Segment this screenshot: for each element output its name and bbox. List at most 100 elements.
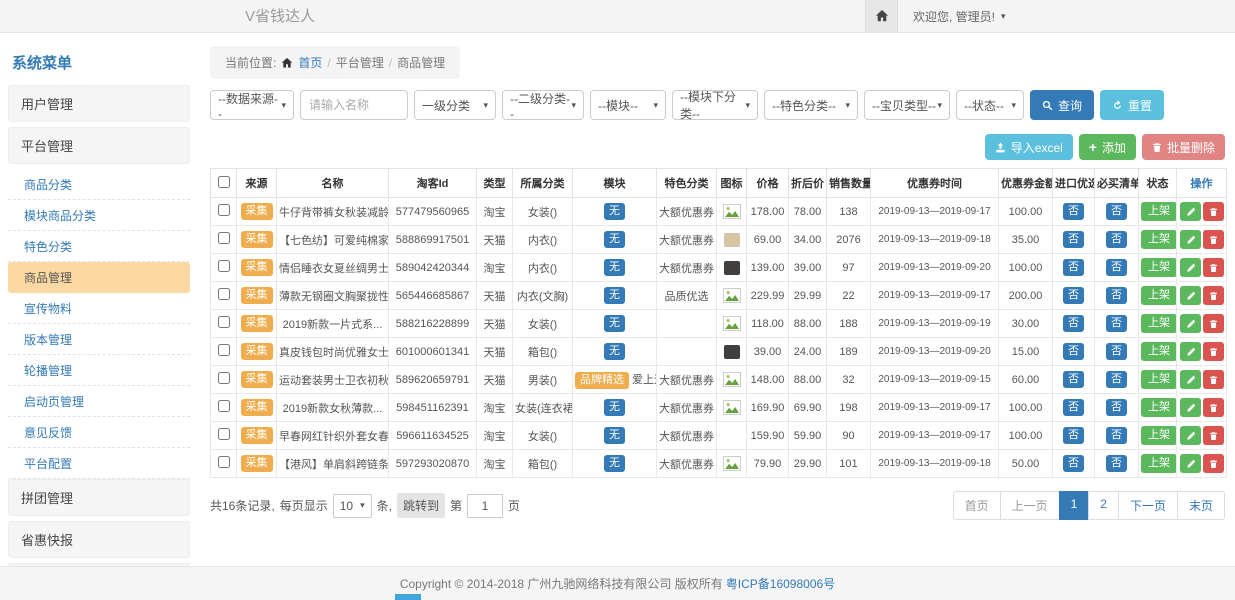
row-checkbox[interactable] — [218, 232, 230, 244]
filter-select[interactable]: --数据来源--▾ — [210, 90, 294, 120]
edit-button[interactable] — [1180, 454, 1201, 473]
user-menu[interactable]: 欢迎您, 管理员! ▾ — [898, 8, 1006, 25]
import-select-badge[interactable]: 否 — [1063, 259, 1084, 276]
icp-link[interactable]: 粤ICP备16098006号 — [726, 575, 835, 592]
delete-button[interactable] — [1203, 258, 1224, 277]
filter-select[interactable]: --状态--▾ — [956, 90, 1024, 120]
status-badge[interactable]: 上架 — [1141, 286, 1177, 305]
import-excel-button[interactable]: 导入excel — [985, 134, 1073, 160]
name-search-input[interactable] — [300, 90, 408, 120]
home-button[interactable] — [865, 0, 898, 32]
import-select-badge[interactable]: 否 — [1063, 371, 1084, 388]
filter-select[interactable]: --模块下分类--▾ — [672, 90, 758, 120]
status-badge[interactable]: 上架 — [1141, 202, 1177, 221]
edit-button[interactable] — [1180, 258, 1201, 277]
status-badge[interactable]: 上架 — [1141, 342, 1177, 361]
page-button[interactable]: 末页 — [1177, 491, 1225, 520]
must-buy-badge[interactable]: 否 — [1106, 231, 1127, 248]
import-select-badge[interactable]: 否 — [1063, 203, 1084, 220]
filter-select[interactable]: 一级分类▾ — [414, 90, 496, 120]
edit-button[interactable] — [1180, 342, 1201, 361]
row-checkbox[interactable] — [218, 372, 230, 384]
row-checkbox[interactable] — [218, 316, 230, 328]
status-badge[interactable]: 上架 — [1141, 314, 1177, 333]
sidebar-section-item[interactable]: 省惠快报 — [8, 521, 190, 558]
status-badge[interactable]: 上架 — [1141, 426, 1177, 445]
status-badge[interactable]: 上架 — [1141, 230, 1177, 249]
edit-button[interactable] — [1180, 230, 1201, 249]
filter-select[interactable]: --二级分类--▾ — [502, 90, 584, 120]
jump-button[interactable]: 跳转到 — [397, 493, 445, 518]
sidebar-sub-item[interactable]: 平台配置 — [8, 448, 190, 479]
filter-select[interactable]: --模块--▾ — [590, 90, 666, 120]
must-buy-badge[interactable]: 否 — [1106, 315, 1127, 332]
sidebar-sub-item[interactable]: 启动页管理 — [8, 386, 190, 417]
search-button[interactable]: 查询 — [1030, 90, 1094, 120]
reset-button[interactable]: 重置 — [1100, 90, 1164, 120]
sidebar-section-item[interactable]: 用户管理 — [8, 85, 190, 122]
sidebar-section-item[interactable]: 拼团管理 — [8, 479, 190, 516]
sidebar-sub-item[interactable]: 特色分类 — [8, 231, 190, 262]
filter-select[interactable]: --宝贝类型--▾ — [864, 90, 950, 120]
must-buy-badge[interactable]: 否 — [1106, 287, 1127, 304]
must-buy-badge[interactable]: 否 — [1106, 399, 1127, 416]
sidebar-sub-item[interactable]: 商品管理 — [8, 262, 190, 293]
status-badge[interactable]: 上架 — [1141, 398, 1177, 417]
must-buy-badge[interactable]: 否 — [1106, 427, 1127, 444]
select-all-checkbox[interactable] — [218, 176, 230, 188]
import-select-badge[interactable]: 否 — [1063, 427, 1084, 444]
import-select-badge[interactable]: 否 — [1063, 231, 1084, 248]
add-button[interactable]: + 添加 — [1079, 134, 1136, 160]
sidebar-sub-item[interactable]: 商品分类 — [8, 169, 190, 200]
delete-button[interactable] — [1203, 454, 1224, 473]
edit-button[interactable] — [1180, 426, 1201, 445]
import-select-badge[interactable]: 否 — [1063, 399, 1084, 416]
delete-button[interactable] — [1203, 314, 1224, 333]
must-buy-badge[interactable]: 否 — [1106, 259, 1127, 276]
page-button[interactable]: 1 — [1059, 491, 1090, 520]
row-checkbox[interactable] — [218, 260, 230, 272]
status-badge[interactable]: 上架 — [1141, 370, 1177, 389]
page-button[interactable]: 2 — [1088, 491, 1119, 520]
edit-button[interactable] — [1180, 398, 1201, 417]
edit-button[interactable] — [1180, 286, 1201, 305]
sidebar-section-item[interactable]: 平台管理 — [8, 127, 190, 164]
import-select-badge[interactable]: 否 — [1063, 343, 1084, 360]
page-number-input[interactable] — [467, 494, 503, 518]
must-buy-badge[interactable]: 否 — [1106, 455, 1127, 472]
filter-select[interactable]: --特色分类--▾ — [764, 90, 858, 120]
delete-button[interactable] — [1203, 370, 1224, 389]
delete-button[interactable] — [1203, 342, 1224, 361]
row-checkbox[interactable] — [218, 344, 230, 356]
must-buy-badge[interactable]: 否 — [1106, 203, 1127, 220]
import-select-badge[interactable]: 否 — [1063, 315, 1084, 332]
sidebar-sub-item[interactable]: 意见反馈 — [8, 417, 190, 448]
status-badge[interactable]: 上架 — [1141, 454, 1177, 473]
breadcrumb-home-link[interactable]: 首页 — [298, 54, 322, 71]
sidebar-sub-item[interactable]: 轮播管理 — [8, 355, 190, 386]
row-checkbox[interactable] — [218, 456, 230, 468]
import-select-badge[interactable]: 否 — [1063, 287, 1084, 304]
row-checkbox[interactable] — [218, 428, 230, 440]
delete-button[interactable] — [1203, 202, 1224, 221]
edit-button[interactable] — [1180, 202, 1201, 221]
page-button[interactable]: 首页 — [953, 491, 1001, 520]
per-page-select[interactable]: 10 ▾ — [333, 494, 372, 518]
import-select-badge[interactable]: 否 — [1063, 455, 1084, 472]
must-buy-badge[interactable]: 否 — [1106, 371, 1127, 388]
edit-button[interactable] — [1180, 314, 1201, 333]
sidebar-sub-item[interactable]: 宣传物料 — [8, 293, 190, 324]
must-buy-badge[interactable]: 否 — [1106, 343, 1127, 360]
row-checkbox[interactable] — [218, 288, 230, 300]
page-button[interactable]: 下一页 — [1118, 491, 1178, 520]
row-checkbox[interactable] — [218, 204, 230, 216]
delete-button[interactable] — [1203, 230, 1224, 249]
batch-delete-button[interactable]: 批量删除 — [1142, 134, 1225, 160]
sidebar-sub-item[interactable]: 版本管理 — [8, 324, 190, 355]
page-button[interactable]: 上一页 — [1000, 491, 1060, 520]
edit-button[interactable] — [1180, 370, 1201, 389]
status-badge[interactable]: 上架 — [1141, 258, 1177, 277]
delete-button[interactable] — [1203, 398, 1224, 417]
row-checkbox[interactable] — [218, 400, 230, 412]
delete-button[interactable] — [1203, 286, 1224, 305]
